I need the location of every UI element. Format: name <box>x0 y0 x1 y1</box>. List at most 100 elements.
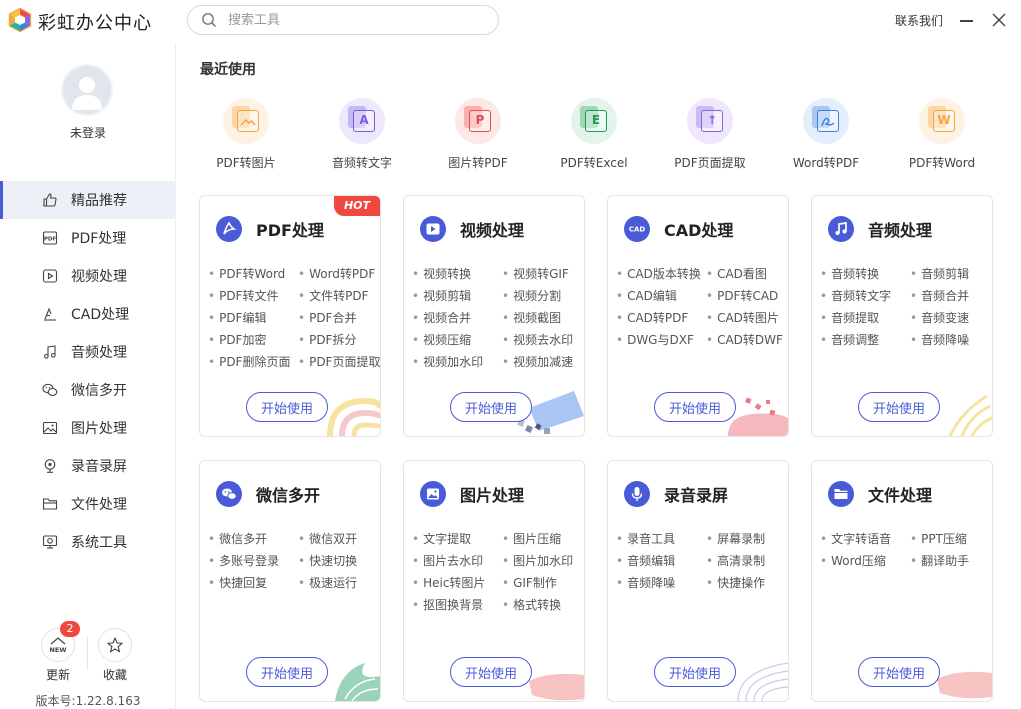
feature-link[interactable]: GIF制作 <box>502 574 557 591</box>
recent-item[interactable]: Word转PDF <box>768 94 884 171</box>
start-button[interactable]: 开始使用 <box>654 657 736 687</box>
feature-link[interactable]: 音频转换 <box>820 265 879 282</box>
feature-link[interactable]: 视频加减速 <box>502 353 573 370</box>
minimize-button[interactable] <box>958 10 976 30</box>
start-button[interactable]: 开始使用 <box>858 657 940 687</box>
feature-link[interactable]: 多账号登录 <box>208 552 279 569</box>
tool-card[interactable]: 文件处理文字转语音 PPT压缩 Word压缩 翻译助手开始使用 <box>811 460 993 702</box>
feature-link[interactable]: Word转PDF <box>298 265 375 282</box>
sidebar-item-audio[interactable]: 音频处理 <box>0 333 176 371</box>
update-button[interactable]: NEW 2 <box>41 621 80 662</box>
feature-link[interactable]: 快捷操作 <box>706 574 765 591</box>
avatar[interactable] <box>61 64 113 116</box>
feature-link[interactable]: CAD看图 <box>706 265 767 282</box>
start-button[interactable]: 开始使用 <box>858 392 940 422</box>
feature-link[interactable]: PDF合并 <box>298 309 356 326</box>
start-button[interactable]: 开始使用 <box>246 392 328 422</box>
feature-link[interactable]: 录音工具 <box>616 530 675 547</box>
feature-link[interactable]: DWG与DXF <box>616 331 694 348</box>
feature-link[interactable]: 音频合并 <box>910 287 969 304</box>
recent-item[interactable]: ↑ PDF页面提取 <box>652 94 768 171</box>
recent-item[interactable]: P 图片转PDF <box>420 94 536 171</box>
sidebar-item-recommended[interactable]: 精品推荐 <box>0 181 176 219</box>
feature-link[interactable]: 视频转GIF <box>502 265 569 282</box>
feature-link[interactable]: 图片去水印 <box>412 552 483 569</box>
sidebar-item-file[interactable]: 文件处理 <box>0 485 176 523</box>
start-button[interactable]: 开始使用 <box>246 657 328 687</box>
feature-link[interactable]: Word压缩 <box>820 552 886 569</box>
feature-link[interactable]: PDF页面提取 <box>298 353 380 370</box>
tool-card[interactable]: PDF处理 HOT PDF转Word Word转PDF PDF转文件 文件转PDF PDF编… <box>199 195 381 437</box>
feature-link[interactable]: 音频剪辑 <box>910 265 969 282</box>
feature-link[interactable]: Heic转图片 <box>412 574 485 591</box>
feature-link[interactable]: PDF转CAD <box>706 287 778 304</box>
tool-card[interactable]: 微信多开微信多开微信双开多账号登录快速切换快捷回复极速运行开始使用 <box>199 460 381 702</box>
feature-link[interactable]: 视频去水印 <box>502 331 573 348</box>
feature-link[interactable]: 视频分割 <box>502 287 561 304</box>
feature-link[interactable]: PDF转Word <box>208 265 285 282</box>
feature-link[interactable]: 格式转换 <box>502 596 561 613</box>
sidebar-item-record[interactable]: 录音录屏 <box>0 447 176 485</box>
start-button[interactable]: 开始使用 <box>450 657 532 687</box>
feature-link[interactable]: 快捷回复 <box>208 574 267 591</box>
feature-link[interactable]: 音频降噪 <box>616 574 675 591</box>
contact-us-link[interactable]: 联系我们 <box>895 12 943 29</box>
feature-link[interactable]: 音频降噪 <box>910 331 969 348</box>
feature-link[interactable]: 音频编辑 <box>616 552 675 569</box>
feature-link[interactable]: 图片压缩 <box>502 530 561 547</box>
feature-link[interactable]: 翻译助手 <box>910 552 969 569</box>
feature-link[interactable]: 屏幕录制 <box>706 530 765 547</box>
sidebar-item-system[interactable]: 系统工具 <box>0 523 176 561</box>
feature-link[interactable]: 视频截图 <box>502 309 561 326</box>
feature-link[interactable]: 视频合并 <box>412 309 471 326</box>
start-button[interactable]: 开始使用 <box>450 392 532 422</box>
feature-link[interactable]: 视频加水印 <box>412 353 483 370</box>
recent-item[interactable]: E PDF转Excel <box>536 94 652 171</box>
feature-link[interactable]: PDF加密 <box>208 331 266 348</box>
search-box[interactable] <box>187 5 499 35</box>
tool-card[interactable]: CAD CAD处理 CAD版本转换 CAD看图 CAD编辑 PDF转CAD CAD转PDF C… <box>607 195 789 437</box>
login-status[interactable]: 未登录 <box>0 124 176 141</box>
feature-link[interactable]: CAD转DWF <box>706 331 783 348</box>
sidebar-item-wechat[interactable]: 微信多开 <box>0 371 176 409</box>
sidebar-item-cad[interactable]: CAD处理 <box>0 295 176 333</box>
tool-card[interactable]: 音频处理音频转换 音频剪辑音频转文字 音频合并音频提取 音频变速音频调整 音频降噪开始使… <box>811 195 993 437</box>
feature-link[interactable]: 视频剪辑 <box>412 287 471 304</box>
feature-link[interactable]: 极速运行 <box>298 574 357 591</box>
recent-item[interactable]: W PDF转Word <box>884 94 1000 171</box>
tool-card[interactable]: 图片处理文字提取 图片压缩图片去水印 图片加水印 Heic转图片 GIF制作抠图换背景 格… <box>403 460 585 702</box>
feature-link[interactable]: 音频转文字 <box>820 287 891 304</box>
sidebar-item-video[interactable]: 视频处理 <box>0 257 176 295</box>
feature-link[interactable]: CAD编辑 <box>616 287 677 304</box>
feature-link[interactable]: CAD转图片 <box>706 309 779 326</box>
feature-link[interactable]: 文字转语音 <box>820 530 891 547</box>
feature-link[interactable]: PPT压缩 <box>910 530 967 547</box>
tool-card[interactable]: 录音录屏录音工具 屏幕录制音频编辑 高清录制音频降噪 快捷操作开始使用 <box>607 460 789 702</box>
feature-link[interactable]: 抠图换背景 <box>412 596 483 613</box>
start-button[interactable]: 开始使用 <box>654 392 736 422</box>
feature-link[interactable]: CAD转PDF <box>616 309 688 326</box>
feature-link[interactable]: CAD版本转换 <box>616 265 701 282</box>
feature-link[interactable]: PDF拆分 <box>298 331 356 348</box>
feature-link[interactable]: 快速切换 <box>298 552 357 569</box>
feature-link[interactable]: PDF转文件 <box>208 287 278 304</box>
feature-link[interactable]: 微信双开 <box>298 530 357 547</box>
feature-link[interactable]: 音频调整 <box>820 331 879 348</box>
feature-link[interactable]: 文字提取 <box>412 530 471 547</box>
recent-item[interactable]: A 音频转文字 <box>304 94 420 171</box>
sidebar-item-image[interactable]: 图片处理 <box>0 409 176 447</box>
feature-link[interactable]: PDF编辑 <box>208 309 266 326</box>
feature-link[interactable]: 视频转换 <box>412 265 471 282</box>
feature-link[interactable]: PDF删除页面 <box>208 353 290 370</box>
close-button[interactable] <box>990 10 1008 30</box>
favorite-button[interactable] <box>98 628 132 662</box>
feature-link[interactable]: 文件转PDF <box>298 287 368 304</box>
recent-item[interactable]: PDF转图片 <box>188 94 304 171</box>
feature-link[interactable]: 高清录制 <box>706 552 765 569</box>
sidebar-item-pdf[interactable]: PDF PDF处理 <box>0 219 176 257</box>
feature-link[interactable]: 音频提取 <box>820 309 879 326</box>
feature-link[interactable]: 音频变速 <box>910 309 969 326</box>
search-input[interactable] <box>228 10 478 30</box>
feature-link[interactable]: 视频压缩 <box>412 331 471 348</box>
tool-card[interactable]: 视频处理视频转换 视频转GIF 视频剪辑 视频分割视频合并 视频截图视频压缩 视频去水印视… <box>403 195 585 437</box>
